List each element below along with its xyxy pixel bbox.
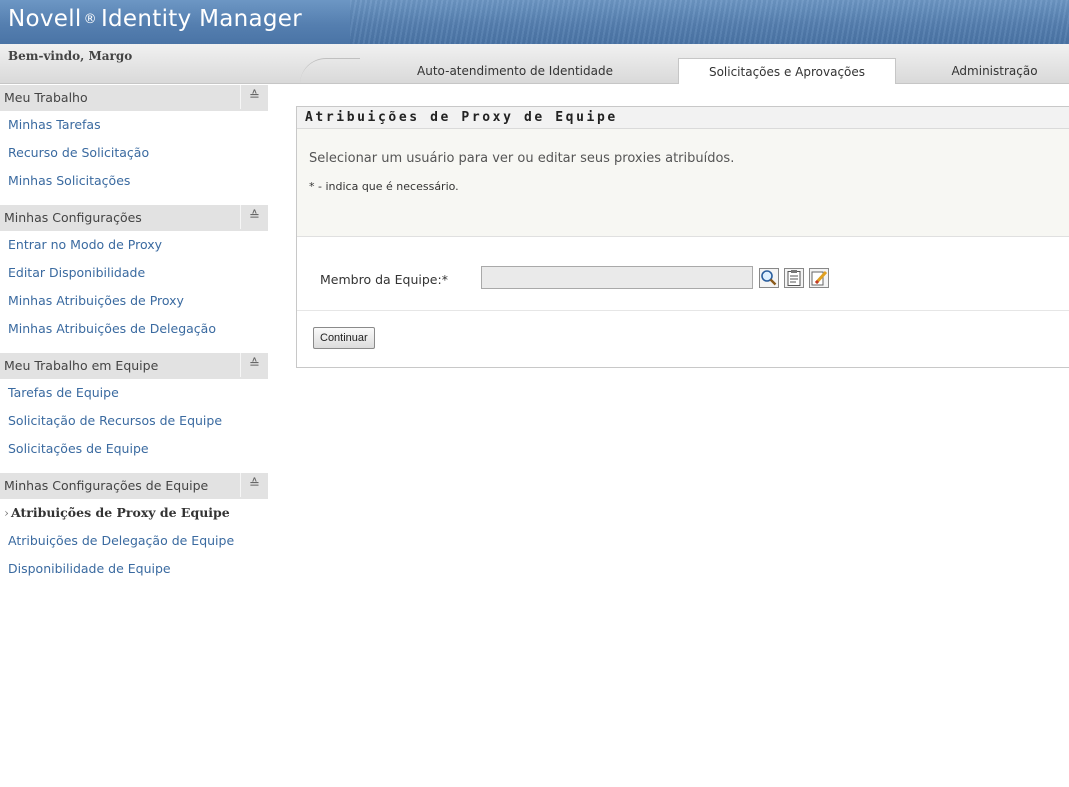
collapse-icon[interactable]: ≙ [240,353,268,377]
app-title: Novell ® Identity Manager [8,6,302,32]
sidebar-item-label: Atribuições de Proxy de Equipe [11,505,230,520]
registered-mark: ® [83,12,97,27]
tab-administration[interactable]: Administração [920,58,1069,84]
team-member-input[interactable] [481,266,753,289]
tab-self-service[interactable]: Auto-atendimento de Identidade [355,58,675,84]
sidebar-item-my-tasks[interactable]: Minhas Tarefas [0,111,268,139]
sidebar-item-edit-availability[interactable]: Editar Disponibilidade [0,259,268,287]
description-text: Selecionar um usuário para ver ou editar… [309,151,735,166]
section-my-settings: Minhas Configurações ≙ [0,205,268,231]
sidebar-item-my-requests[interactable]: Minhas Solicitações [0,167,268,195]
sidebar-item-team-tasks[interactable]: Tarefas de Equipe [0,379,268,407]
welcome-text: Bem-vindo, Margo [8,49,133,63]
member-form-row: Membro da Equipe:* [297,237,1069,311]
header-texture [350,0,1069,44]
sidebar-item-my-proxy-assignments[interactable]: Minhas Atribuições de Proxy [0,287,268,315]
section-title: Minhas Configurações [4,210,142,225]
sidebar-item-proxy-mode[interactable]: Entrar no Modo de Proxy [0,231,268,259]
sidebar: Meu Trabalho ≙ Minhas Tarefas Recurso de… [0,85,268,787]
product-name: Identity Manager [100,6,303,32]
section-title: Minhas Configurações de Equipe [4,478,209,493]
sidebar-item-team-availability[interactable]: Disponibilidade de Equipe [0,555,268,583]
required-note: * - indica que é necessário. [309,180,459,193]
tab-requests-approvals[interactable]: Solicitações e Aprovações [678,58,896,84]
button-row: Continuar [297,311,1069,367]
section-team-work: Meu Trabalho em Equipe ≙ [0,353,268,379]
app-header: Novell ® Identity Manager [0,0,1069,44]
member-label: Membro da Equipe:* [320,272,448,287]
edit-clear-icon[interactable] [809,268,829,288]
panel-description: Selecionar um usuário para ver ou editar… [297,129,1069,237]
section-title: Meu Trabalho [4,90,88,105]
top-navbar: Bem-vindo, Margo Auto-atendimento de Ide… [0,44,1069,84]
sidebar-item-my-delegation-assignments[interactable]: Minhas Atribuições de Delegação [0,315,268,343]
continue-button[interactable]: Continuar [313,327,375,349]
sidebar-item-team-proxy-assignments[interactable]: › Atribuições de Proxy de Equipe [0,499,268,527]
active-bullet-icon: › [4,505,9,520]
sidebar-item-request-resource[interactable]: Recurso de Solicitação [0,139,268,167]
tab-curve-decoration [300,58,360,84]
magnifier-icon[interactable] [759,268,779,288]
page-title: Atribuições de Proxy de Equipe [297,107,1069,129]
sidebar-item-team-delegation-assignments[interactable]: Atribuições de Delegação de Equipe [0,527,268,555]
section-team-settings: Minhas Configurações de Equipe ≙ [0,473,268,499]
sidebar-item-team-requests[interactable]: Solicitações de Equipe [0,435,268,463]
sidebar-item-team-resource-requests[interactable]: Solicitação de Recursos de Equipe [0,407,268,435]
brand-name: Novell [8,6,82,32]
collapse-icon[interactable]: ≙ [240,473,268,497]
collapse-icon[interactable]: ≙ [240,205,268,229]
team-proxy-panel: Atribuições de Proxy de Equipe Seleciona… [296,106,1069,368]
section-my-work: Meu Trabalho ≙ [0,85,268,111]
section-title: Meu Trabalho em Equipe [4,358,159,373]
clipboard-history-icon[interactable] [784,268,804,288]
collapse-icon[interactable]: ≙ [240,85,268,109]
